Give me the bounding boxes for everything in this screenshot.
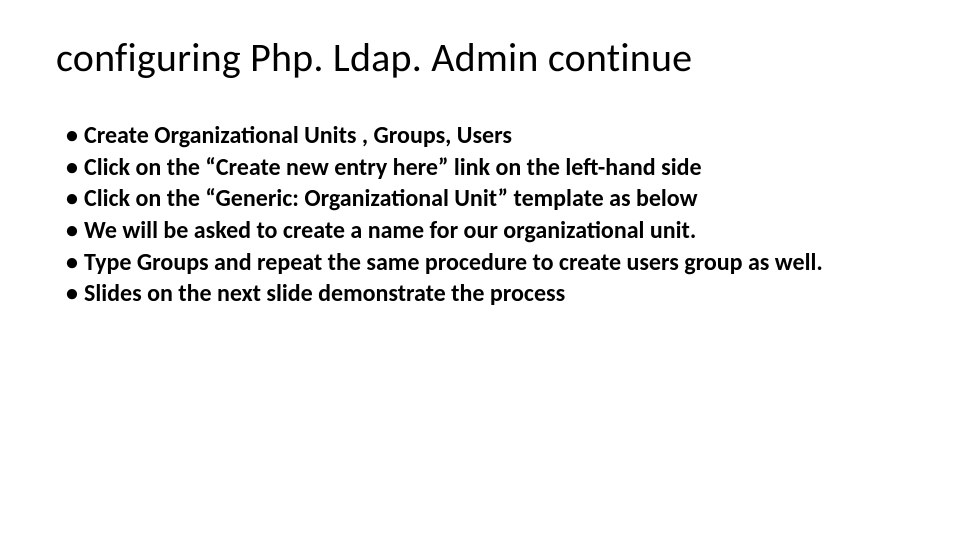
slide-title: configuring Php. Ldap. Admin continue (56, 36, 904, 80)
slide: configuring Php. Ldap. Admin continue Cr… (0, 0, 960, 540)
list-item: Click on the “Generic: Organizational Un… (66, 183, 904, 215)
list-item: Click on the “Create new entry here” lin… (66, 152, 904, 184)
bullet-list: Create Organizational Units , Groups, Us… (66, 120, 904, 310)
list-item: Slides on the next slide demonstrate the… (66, 278, 904, 310)
list-item: We will be asked to create a name for ou… (66, 215, 904, 247)
list-item: Type Groups and repeat the same procedur… (66, 247, 904, 279)
list-item: Create Organizational Units , Groups, Us… (66, 120, 904, 152)
